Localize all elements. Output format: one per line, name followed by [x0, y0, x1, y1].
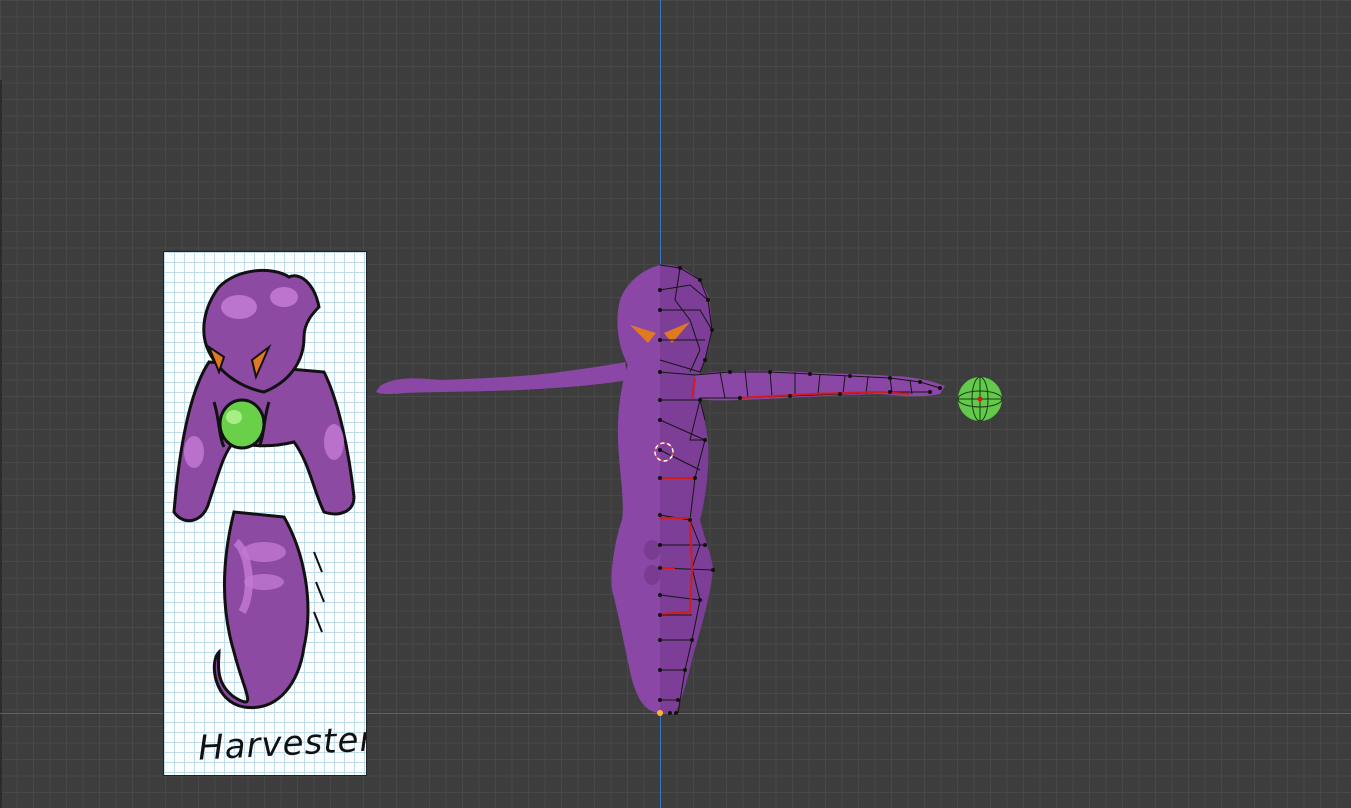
abdomen-detail [644, 565, 660, 585]
3d-viewport[interactable]: Harvester [0, 0, 1351, 808]
character-mesh[interactable] [0, 0, 1351, 808]
left-arm [376, 362, 628, 394]
origin-point-icon[interactable] [657, 710, 663, 716]
orb-object[interactable] [957, 376, 1003, 422]
abdomen-detail [644, 540, 660, 560]
